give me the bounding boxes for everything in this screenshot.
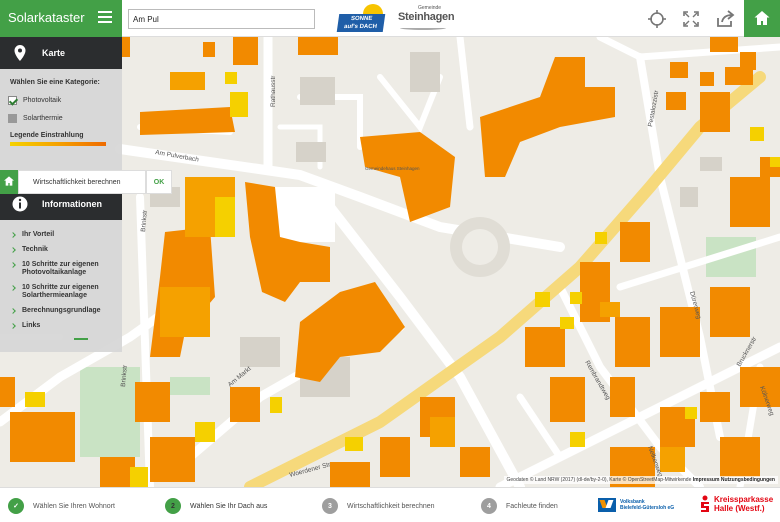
- step-1[interactable]: ✓ Wählen Sie Ihren Wohnort: [8, 498, 115, 514]
- sonne-aufs-dach-logo: SONNE auf's DACH: [336, 4, 386, 32]
- share-icon[interactable]: [714, 8, 736, 30]
- info-item-berechnungsgrundlage[interactable]: Berechnungsgrundlage: [8, 307, 114, 315]
- street-label-rathausstr: Rathausstr: [270, 75, 277, 107]
- legend-label: Legende Einstrahlung: [10, 132, 84, 139]
- photovoltaik-checkbox[interactable]: [8, 96, 17, 105]
- step-number: 3: [322, 498, 338, 514]
- popup-home-button[interactable]: [0, 170, 18, 194]
- volksbank-icon: [598, 498, 616, 512]
- home-button[interactable]: [744, 0, 780, 37]
- step-number: 2: [165, 498, 181, 514]
- info-item-technik[interactable]: Technik: [8, 246, 114, 254]
- category-label: Solarthermie: [23, 115, 63, 122]
- kreissparkasse-logo[interactable]: Kreissparkasse Halle (Westf.): [699, 495, 773, 513]
- poi-label-gemeindehaus: Gemeindehaus Steinhagen: [365, 166, 420, 171]
- step-label: Wählen Sie Ihren Wohnort: [33, 502, 115, 510]
- category-question: Wählen Sie eine Kategorie:: [10, 79, 100, 86]
- panel-divider: [74, 338, 88, 346]
- fullscreen-icon[interactable]: [680, 8, 702, 30]
- category-option-solarthermie[interactable]: Solarthermie: [8, 114, 114, 123]
- karte-label: Karte: [42, 48, 66, 58]
- step-4[interactable]: 4 Fachleute finden: [481, 498, 558, 514]
- sidebar: Karte Wählen Sie eine Kategorie: Photovo…: [0, 37, 122, 385]
- info-item-10-schritte-photovoltaik[interactable]: 10 Schritte zur eigenen Photovoltaikanla…: [8, 261, 114, 277]
- map-attribution: Geodaten © Land NRW (2017) (dl-de/by-2-0…: [503, 476, 778, 484]
- info-item-10-schritte-solarthermie[interactable]: 10 Schritte zur eigenen Solarthermieanla…: [8, 284, 114, 300]
- step-3[interactable]: 3 Wirtschaftlichkeit berechnen: [322, 498, 435, 514]
- step-bar: ✓ Wählen Sie Ihren Wohnort 2 Wählen Sie …: [0, 487, 780, 522]
- home-icon: [754, 11, 770, 25]
- step-number: 4: [481, 498, 497, 514]
- step-label: Wählen Sie Ihr Dach aus: [190, 502, 268, 510]
- step-2[interactable]: 2 Wählen Sie Ihr Dach aus: [165, 498, 267, 514]
- info-list: Ihr Vorteil Technik 10 Schritte zur eige…: [0, 220, 122, 352]
- attribution-text: Geodaten © Land NRW (2017) (dl-de/by-2-0…: [506, 477, 692, 483]
- home-icon: [4, 176, 14, 186]
- impressum-link[interactable]: Impressum: [693, 477, 720, 483]
- info-icon: [12, 196, 28, 212]
- ok-button[interactable]: OK: [146, 170, 172, 194]
- category-option-photovoltaik[interactable]: Photovoltaik: [8, 96, 114, 105]
- sparkasse-icon: [701, 495, 709, 512]
- app-brand: Solarkataster: [0, 0, 122, 37]
- economic-calculation-text: Wirtschaftlichkeit berechnen: [18, 170, 146, 194]
- crosshair-icon[interactable]: [646, 8, 668, 30]
- steinhagen-logo: Gemeinde Steinhagen: [398, 5, 455, 33]
- nutzungsbedingungen-link[interactable]: Nutzungsbedingungen: [721, 477, 775, 483]
- top-bar: Solarkataster SONNEauf's DACH Gemeinde S…: [0, 0, 780, 37]
- informationen-label: Informationen: [42, 199, 102, 209]
- category-label: Photovoltaik: [23, 97, 62, 104]
- address-search-input[interactable]: [128, 9, 315, 29]
- economic-calculation-popup: Wirtschaftlichkeit berechnen OK: [0, 170, 172, 194]
- step-label: Wirtschaftlichkeit berechnen: [347, 502, 435, 510]
- hamburger-menu-icon[interactable]: [98, 9, 112, 23]
- street-label-am-markt: Am Markt: [227, 365, 253, 388]
- solarthermie-checkbox[interactable]: [8, 114, 17, 123]
- step-label: Fachleute finden: [506, 502, 558, 510]
- info-item-links[interactable]: Links: [8, 322, 114, 330]
- map-pin-icon: [14, 45, 26, 61]
- info-item-ihr-vorteil[interactable]: Ihr Vorteil: [8, 231, 114, 239]
- step-1-check-icon: ✓: [8, 498, 24, 514]
- app-title: Solarkataster: [8, 10, 85, 25]
- street-label-brinkstr: Brinkstr: [140, 209, 149, 232]
- karte-section-header[interactable]: Karte: [0, 37, 122, 69]
- volksbank-logo[interactable]: Volksbank Bielefeld-Gütersloh eG: [598, 496, 674, 514]
